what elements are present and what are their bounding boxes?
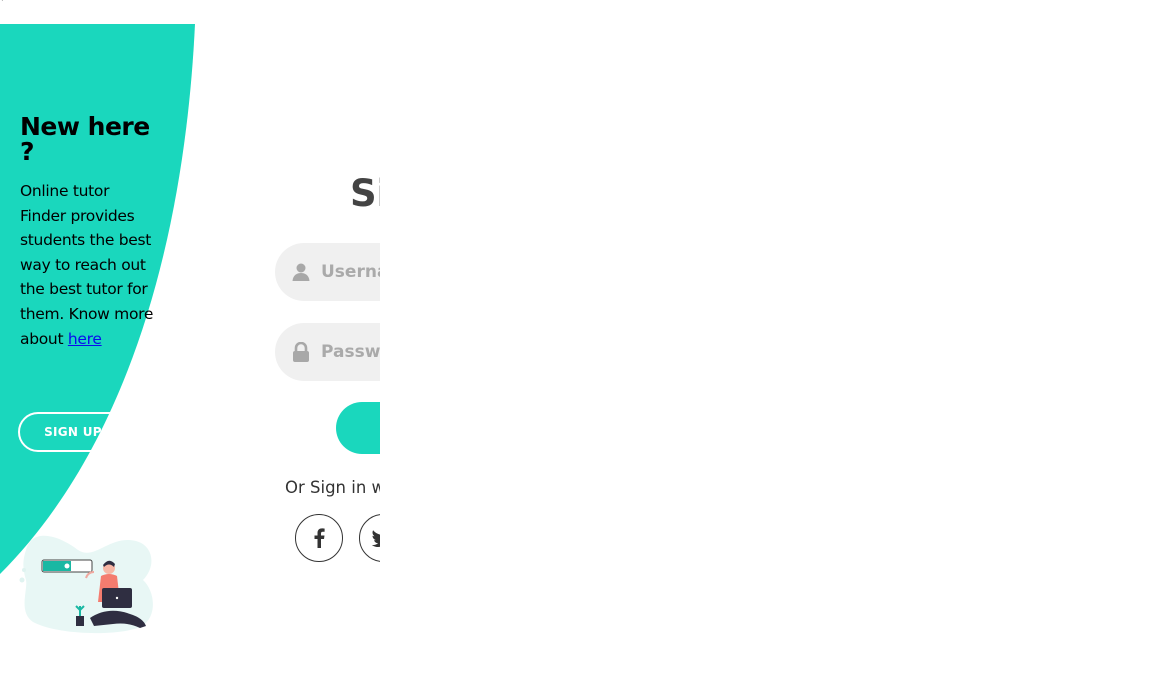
- sign-up-button[interactable]: SIGN UP: [18, 412, 158, 452]
- twitter-button[interactable]: [359, 514, 380, 562]
- lock-icon: [293, 342, 309, 362]
- person-with-laptop-illustration: [19, 535, 153, 634]
- username-field: [275, 243, 380, 301]
- password-input[interactable]: [321, 323, 380, 381]
- panel-description: Online tutor Finder provides students th…: [20, 179, 156, 351]
- password-field: [275, 323, 380, 381]
- social-sign-in-text: Or Sign in with social platforms: [285, 478, 380, 497]
- panel-title: New here ?: [20, 112, 150, 166]
- sign-in-title: Sign in: [350, 172, 380, 215]
- panel-description-text: Online tutor Finder provides students th…: [20, 182, 154, 348]
- stray-backtick: `: [0, 0, 5, 9]
- twitter-icon: [372, 530, 380, 547]
- sign-in-form: Sign in Or Sign in with social platforms: [200, 0, 380, 678]
- facebook-button[interactable]: [295, 514, 343, 562]
- user-icon: [292, 263, 310, 281]
- know-more-link[interactable]: here: [68, 330, 102, 348]
- facebook-icon: [314, 528, 325, 548]
- login-button[interactable]: [336, 402, 380, 454]
- username-input[interactable]: [321, 243, 380, 301]
